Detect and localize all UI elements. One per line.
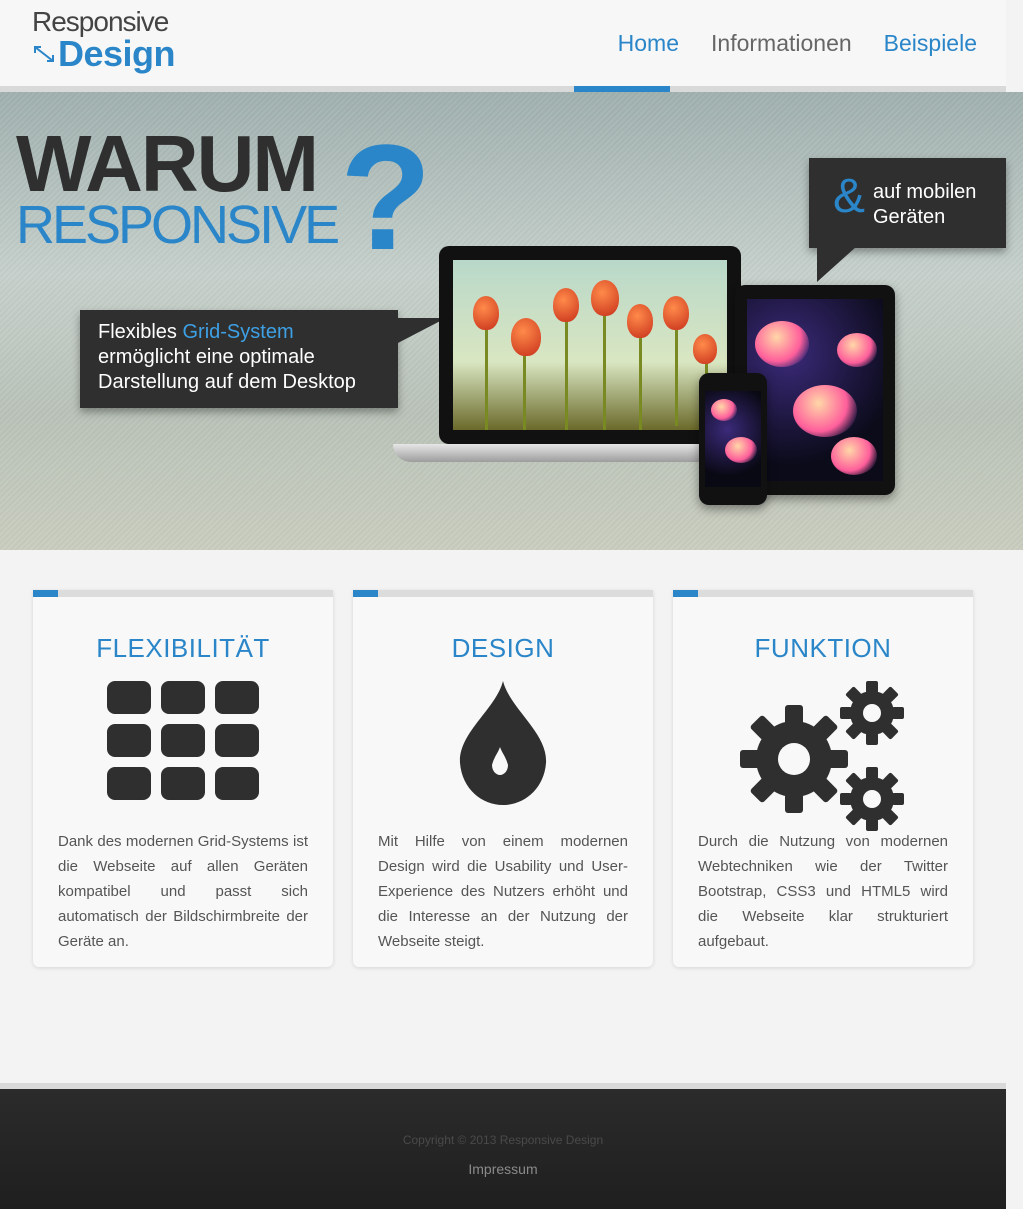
feature-text: Durch die Nutzung von modernen Webtechni… (698, 833, 948, 950)
drop-icon (353, 681, 653, 811)
feature-title: FLEXIBILITÄT (96, 633, 270, 663)
feature-title: FUNKTION (754, 633, 892, 663)
feature-card-flexibility: FLEXIBILITÄT Dank des modernen Grid-Syst… (33, 590, 333, 967)
ampersand-symbol: & (833, 170, 866, 223)
hero-question-mark: ? (340, 113, 432, 281)
hero-banner: WARUM RESPONSIVE ? Flexibles Grid-System… (0, 92, 1023, 550)
card-accent (353, 590, 378, 597)
nav-item-beispiele[interactable]: Beispiele (868, 0, 993, 86)
card-accent (33, 590, 58, 597)
feature-title: DESIGN (451, 633, 555, 663)
hero-headline: WARUM (16, 119, 319, 208)
callout-mobile: & auf mobilen Geräten (809, 158, 1006, 282)
logo-line2: Design (58, 33, 176, 74)
phone-image (699, 373, 767, 505)
card-accent (673, 590, 698, 597)
callout-desktop: Flexibles Grid-System ermöglicht eine op… (80, 310, 446, 408)
callout-tail (817, 246, 857, 282)
gears-icon (673, 681, 973, 831)
callout-mobile-line2: Geräten (873, 206, 946, 228)
callout-desktop-line3: Darstellung auf dem Desktop (98, 371, 356, 393)
feature-card-function: FUNKTION Durch die Nutzung von modernen … (673, 590, 973, 967)
callout-desktop-line2: ermöglicht eine optimale (98, 346, 315, 368)
resize-arrows-icon (34, 46, 54, 62)
grid-icon (33, 681, 333, 811)
jellyfish-wallpaper (747, 299, 883, 481)
nav-item-informationen[interactable]: Informationen (695, 0, 868, 86)
impressum-link[interactable]: Impressum (0, 1161, 1006, 1177)
hero-subheadline: RESPONSIVE (16, 195, 340, 255)
nav-item-home[interactable]: Home (602, 0, 695, 86)
callout-desktop-line1: Flexibles Grid-System (98, 321, 294, 343)
site-logo[interactable]: Responsive Design (32, 6, 176, 74)
main-nav: Home Informationen Beispiele (602, 0, 993, 92)
feature-text: Dank des modernen Grid-Systems ist die W… (58, 833, 308, 950)
callout-mobile-line1: auf mobilen (873, 181, 977, 203)
tulips-wallpaper (453, 260, 727, 430)
callout-mobile-text: auf mobilen Geräten (873, 180, 976, 230)
feature-text: Mit Hilfe von einem modernen Design wird… (378, 833, 628, 950)
logo-line1: Responsive (32, 6, 169, 37)
feature-card-design: DESIGN Mit Hilfe von einem modernen Desi… (353, 590, 653, 967)
jellyfish-wallpaper (705, 391, 761, 487)
site-footer: Copyright © 2013 Responsive Design Impre… (0, 1083, 1006, 1209)
copyright-text: Copyright © 2013 Responsive Design (402, 1133, 604, 1147)
